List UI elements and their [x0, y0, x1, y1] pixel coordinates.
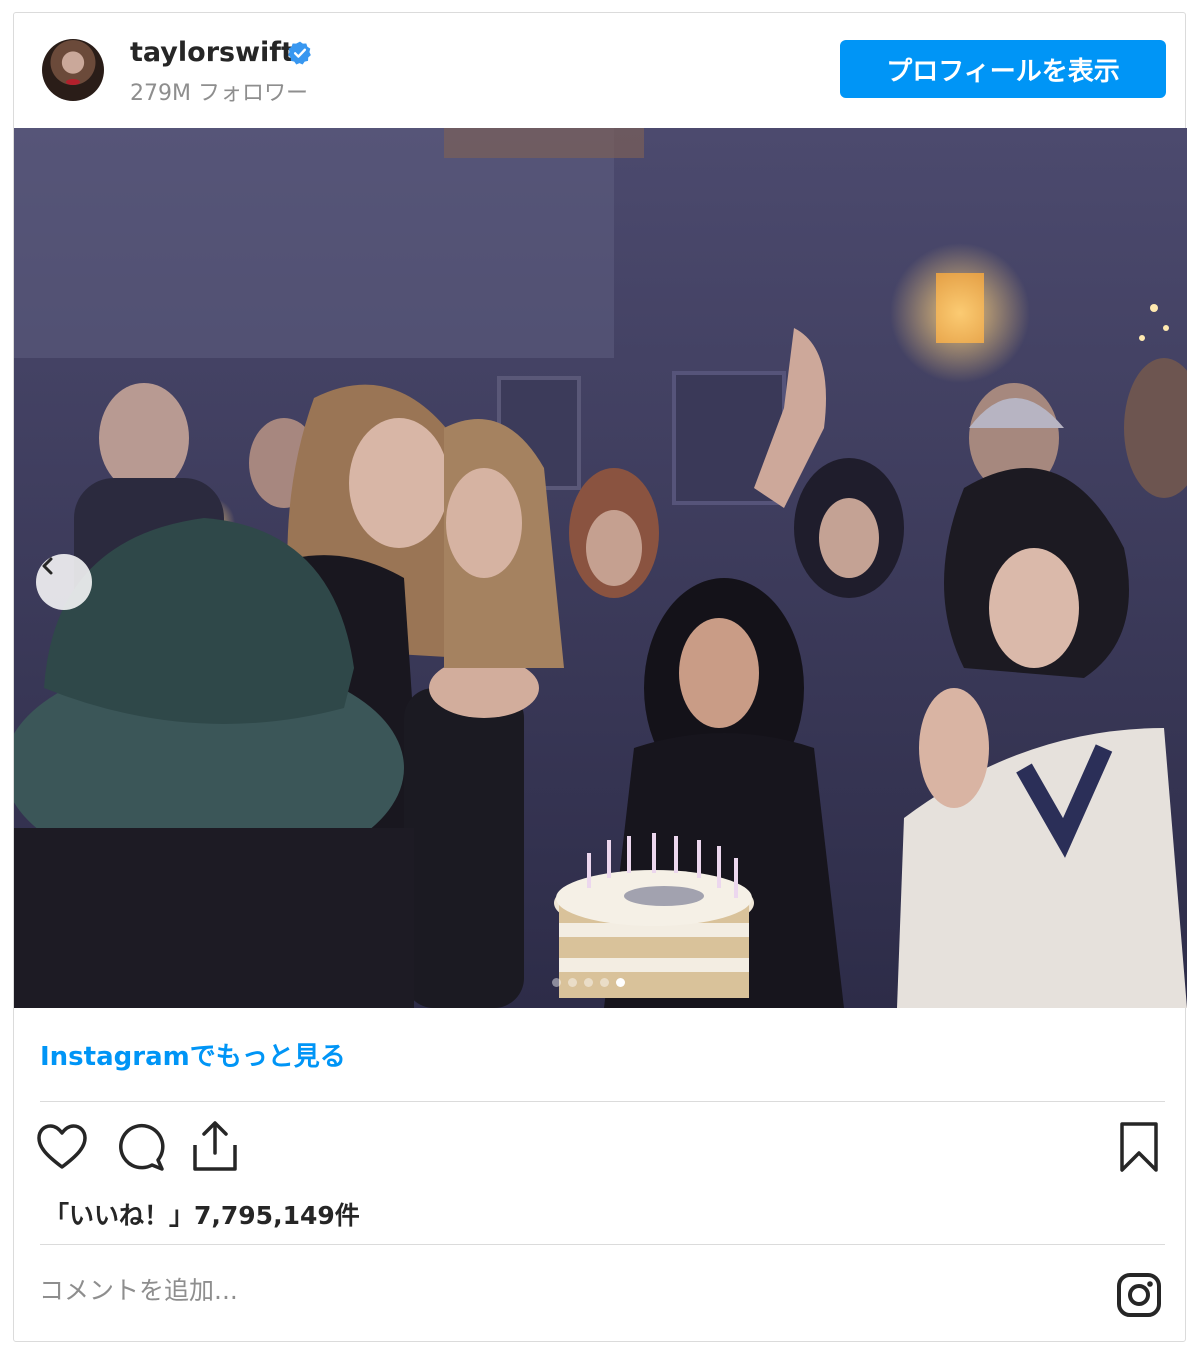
view-profile-button[interactable]: プロフィールを表示 — [840, 40, 1166, 98]
share-icon[interactable] — [189, 1119, 241, 1173]
bookmark-icon[interactable] — [1117, 1121, 1161, 1173]
chevron-left-icon — [42, 557, 53, 575]
divider — [40, 1244, 1165, 1245]
party-photo-illustration — [14, 128, 1187, 1008]
heart-icon[interactable] — [36, 1123, 88, 1171]
follower-count: 279M フォロワー — [130, 81, 308, 106]
carousel-indicator — [552, 978, 625, 987]
avatar[interactable] — [42, 39, 104, 101]
carousel-dot — [552, 978, 561, 987]
like-count[interactable]: 「いいね！」7,795,149件 — [44, 1196, 360, 1232]
divider — [40, 1101, 1165, 1102]
carousel-dot — [568, 978, 577, 987]
carousel-prev-button[interactable] — [36, 554, 92, 610]
instagram-icon[interactable] — [1115, 1271, 1163, 1319]
verified-badge-icon — [288, 41, 311, 65]
carousel-dot-active — [616, 978, 625, 987]
avatar-lips — [66, 79, 80, 85]
username[interactable]: taylorswift — [130, 37, 294, 68]
instagram-embed-card: taylorswift 279M フォロワー プロフィールを表示 Instagr… — [13, 12, 1187, 1342]
post-photo[interactable] — [14, 128, 1187, 1008]
carousel-dot — [600, 978, 609, 987]
view-more-on-instagram-link[interactable]: Instagramでもっと見る — [40, 1036, 346, 1073]
carousel-dot — [584, 978, 593, 987]
comment-input[interactable] — [37, 1275, 941, 1306]
comment-bubble-icon[interactable] — [114, 1122, 166, 1172]
